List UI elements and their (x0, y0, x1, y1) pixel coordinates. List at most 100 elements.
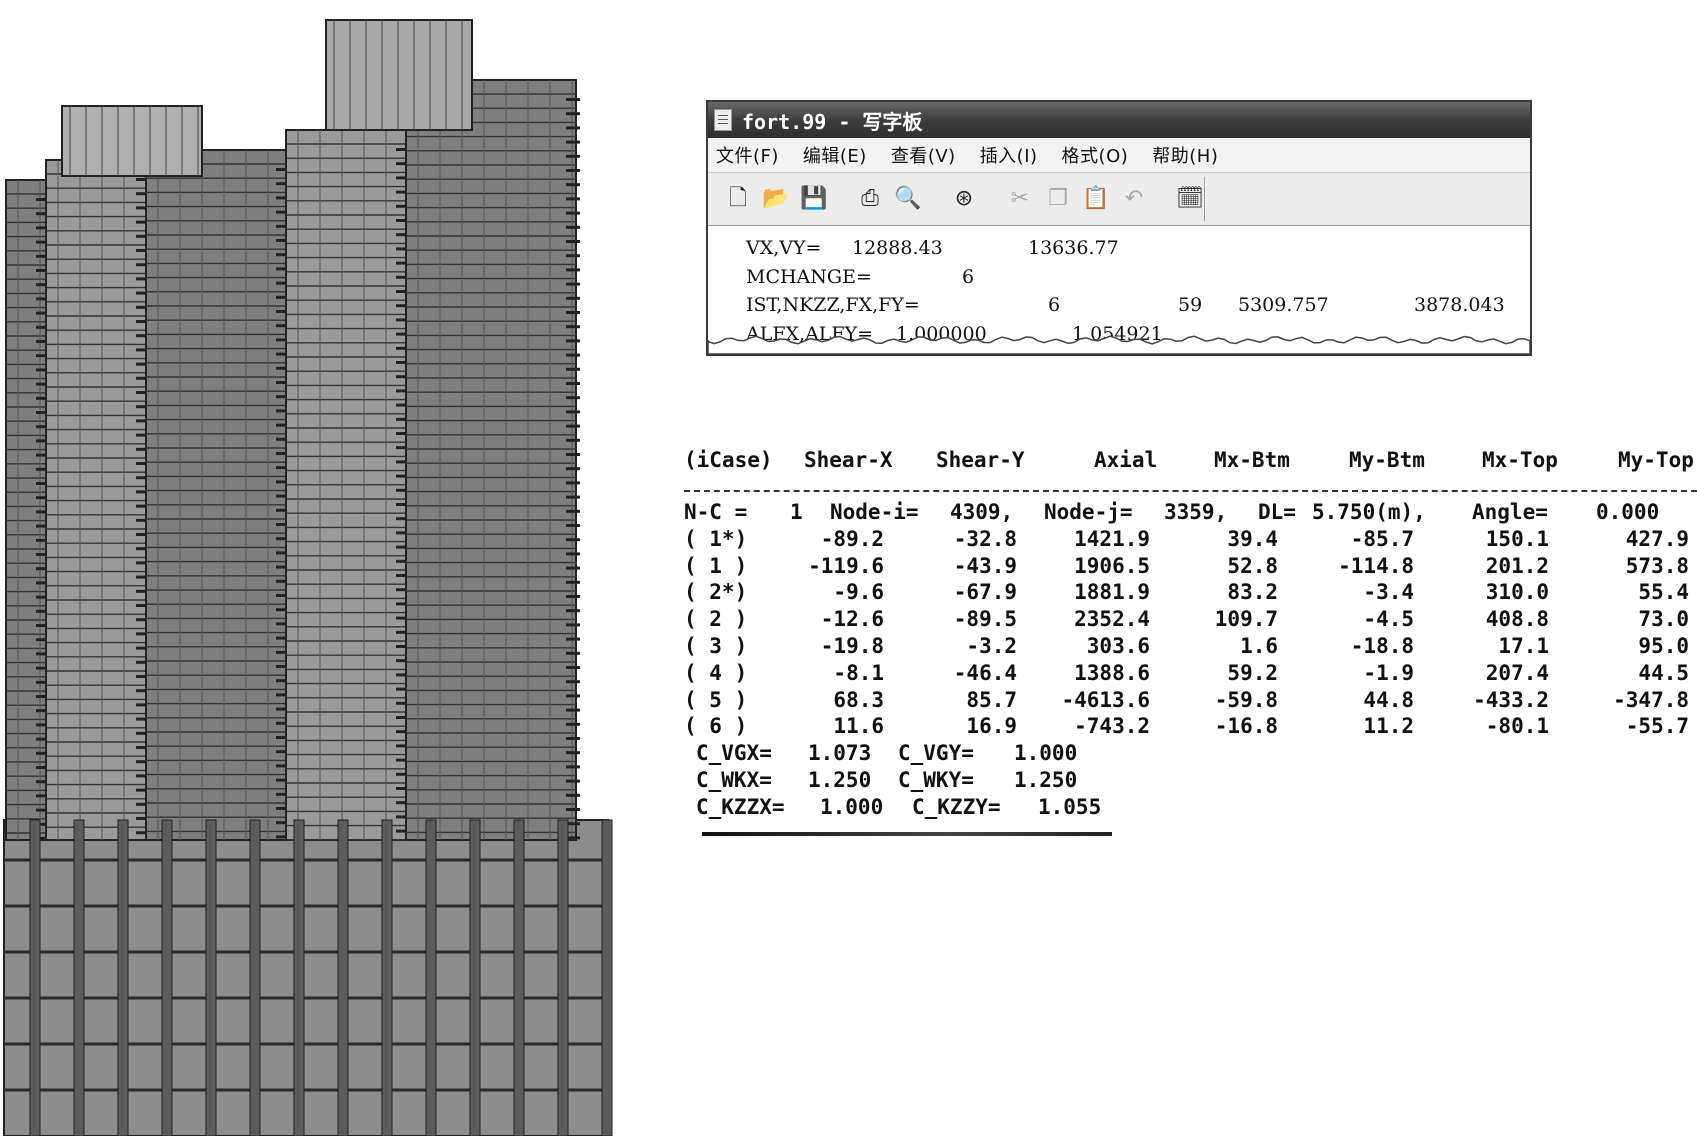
roof-structure-right (325, 19, 473, 131)
table-cell: 207.4 (1485, 660, 1549, 685)
tower-left-edge (5, 179, 50, 841)
print-preview-icon[interactable]: 🔍 (894, 185, 922, 213)
coefficient-value: 1.000 (1014, 741, 1078, 766)
menu-edit[interactable]: 编辑(E) (803, 142, 867, 168)
new-icon[interactable]: 🗋 (724, 185, 752, 213)
table-cell: -114.8 (1338, 553, 1414, 578)
table-row: ( 3 ) -19.8 -3.2 303.6 1.6 -18.8 17.1 95.0 (684, 634, 1697, 661)
column-header: Shear-X (804, 448, 893, 472)
coefficient-value: 1.250 (808, 767, 872, 792)
copy-icon[interactable]: ❐ (1044, 185, 1072, 213)
table-cell: -32.8 (953, 526, 1017, 551)
table-row: ( 2 ) -12.6 -89.5 2352.4 109.7 -4.5 408.8 73.0 (684, 607, 1697, 634)
cut-icon[interactable]: ✂ (1006, 185, 1034, 213)
table-cell: 303.6 (1086, 633, 1150, 658)
table-cell: 427.9 (1625, 526, 1689, 551)
table-cell: 85.7 (966, 687, 1017, 712)
table-cell: -19.8 (820, 633, 884, 658)
wordpad-window: fort.99 - 写字板 文件(F) 编辑(E) 查看(V) 插入(I) 格式… (706, 100, 1532, 356)
force-output-table: (iCase) Shear-X Shear-Y Axial Mx-Btm My-Btm Mx… (684, 448, 1697, 822)
table-cell: 59.2 (1227, 660, 1278, 685)
insert-datetime-icon[interactable]: 🗓 (1176, 185, 1204, 213)
menu-file[interactable]: 文件(F) (716, 142, 779, 168)
coefficient-label: C_VGY= (898, 741, 974, 766)
column-header: (iCase) (684, 448, 773, 472)
table-cell: -85.7 (1350, 526, 1414, 551)
table-cell: -43.9 (953, 553, 1017, 578)
table-cell: 39.4 (1227, 526, 1278, 551)
coefficient-value: 1.250 (1014, 767, 1078, 792)
menu-help[interactable]: 帮助(H) (1152, 142, 1218, 168)
tower-2 (145, 149, 290, 841)
table-cell: -3.2 (966, 633, 1017, 658)
dashed-separator (684, 482, 1697, 500)
table-cell: 95.0 (1638, 633, 1689, 658)
coefficient-label: C_WKX= (696, 767, 772, 792)
table-cell: -8.1 (833, 660, 884, 685)
table-cell: 310.0 (1485, 580, 1549, 605)
table-row: ( 2*) -9.6 -67.9 1881.9 83.2 -3.4 310.0 55.4 (684, 580, 1697, 607)
tower-4 (405, 79, 580, 841)
paste-icon[interactable]: 📋 (1082, 185, 1110, 213)
menu-insert[interactable]: 插入(I) (980, 142, 1038, 168)
table-cell: 83.2 (1227, 580, 1278, 605)
window-titlebar[interactable]: fort.99 - 写字板 (708, 102, 1530, 138)
menu-view[interactable]: 查看(V) (891, 142, 956, 168)
table-cell: 1906.5 (1074, 553, 1150, 578)
table-cell: 55.4 (1638, 580, 1689, 605)
column-header: Mx-Btm (1214, 448, 1290, 472)
table-cell: 44.8 (1363, 687, 1414, 712)
undo-icon[interactable]: ↶ (1120, 185, 1148, 213)
coefficient-row: C_WKX= 1.250 C_WKY= 1.250 (684, 768, 1697, 795)
coefficient-value: 1.055 (1038, 794, 1102, 819)
table-cell: 73.0 (1638, 607, 1689, 632)
table-cell: -89.2 (820, 526, 884, 551)
table-row: ( 6 ) 11.6 16.9 -743.2 -16.8 11.2 -80.1 -55.7 (684, 714, 1697, 741)
print-icon[interactable]: ⎙ (856, 185, 884, 213)
case-label: ( 2 ) (684, 607, 748, 632)
roof-structure-left (61, 105, 203, 177)
table-cell: -9.6 (833, 580, 884, 605)
case-label: ( 1 ) (684, 553, 748, 578)
coefficient-underline (702, 832, 1112, 836)
table-cell: -119.6 (808, 553, 884, 578)
table-cell: 17.1 (1498, 633, 1549, 658)
table-cell: 109.7 (1214, 607, 1278, 632)
case-label: ( 2*) (684, 580, 748, 605)
table-cell: -80.1 (1485, 714, 1549, 739)
table-cell: -59.8 (1214, 687, 1278, 712)
table-cell: -433.2 (1473, 687, 1549, 712)
tower-1 (45, 159, 150, 841)
content-line-mchange: MCHANGE= 6 (746, 265, 975, 288)
case-label: ( 5 ) (684, 687, 748, 712)
table-cell: 52.8 (1227, 553, 1278, 578)
table-header: (iCase) Shear-X Shear-Y Axial Mx-Btm My-Btm Mx… (684, 448, 1697, 482)
table-cell: 1881.9 (1074, 580, 1150, 605)
table-row: ( 4 ) -8.1 -46.4 1388.6 59.2 -1.9 207.4 44.5 (684, 661, 1697, 688)
table-cell: 68.3 (833, 687, 884, 712)
coefficient-label: C_KZZY= (912, 794, 1001, 819)
save-icon[interactable]: 💾 (800, 185, 828, 213)
table-cell: 11.6 (833, 714, 884, 739)
member-info-row: N-C = 1 Node-i= 4309, Node-j= 3359, DL= … (684, 500, 1660, 524)
content-line-ist: IST,NKZZ,FX,FY= 6 59 5309.757 3878.043 (746, 294, 1505, 316)
menu-format[interactable]: 格式(O) (1062, 142, 1129, 168)
table-cell: 11.2 (1363, 714, 1414, 739)
table-cell: 1.6 (1240, 633, 1278, 658)
table-cell: -18.8 (1350, 633, 1414, 658)
find-icon[interactable]: ⊛ (950, 185, 978, 213)
case-label: ( 4 ) (684, 660, 748, 685)
coefficient-value: 1.073 (808, 741, 872, 766)
table-cell: 408.8 (1485, 607, 1549, 632)
case-label: ( 1*) (684, 526, 748, 551)
case-label: ( 6 ) (684, 714, 748, 739)
column-header: My-Top (1618, 448, 1694, 472)
coefficient-row: C_VGX= 1.073 C_VGY= 1.000 (684, 741, 1697, 768)
coefficient-rows: C_VGX= 1.073 C_VGY= 1.000 C_WKX= 1.250 C_WKY= 1… (684, 741, 1697, 821)
table-cell: -3.4 (1363, 580, 1414, 605)
table-cell: 573.8 (1625, 553, 1689, 578)
table-cell: 150.1 (1485, 526, 1549, 551)
column-header: My-Btm (1349, 448, 1425, 472)
open-icon[interactable]: 📂 (762, 185, 790, 213)
table-cell: -347.8 (1613, 687, 1689, 712)
